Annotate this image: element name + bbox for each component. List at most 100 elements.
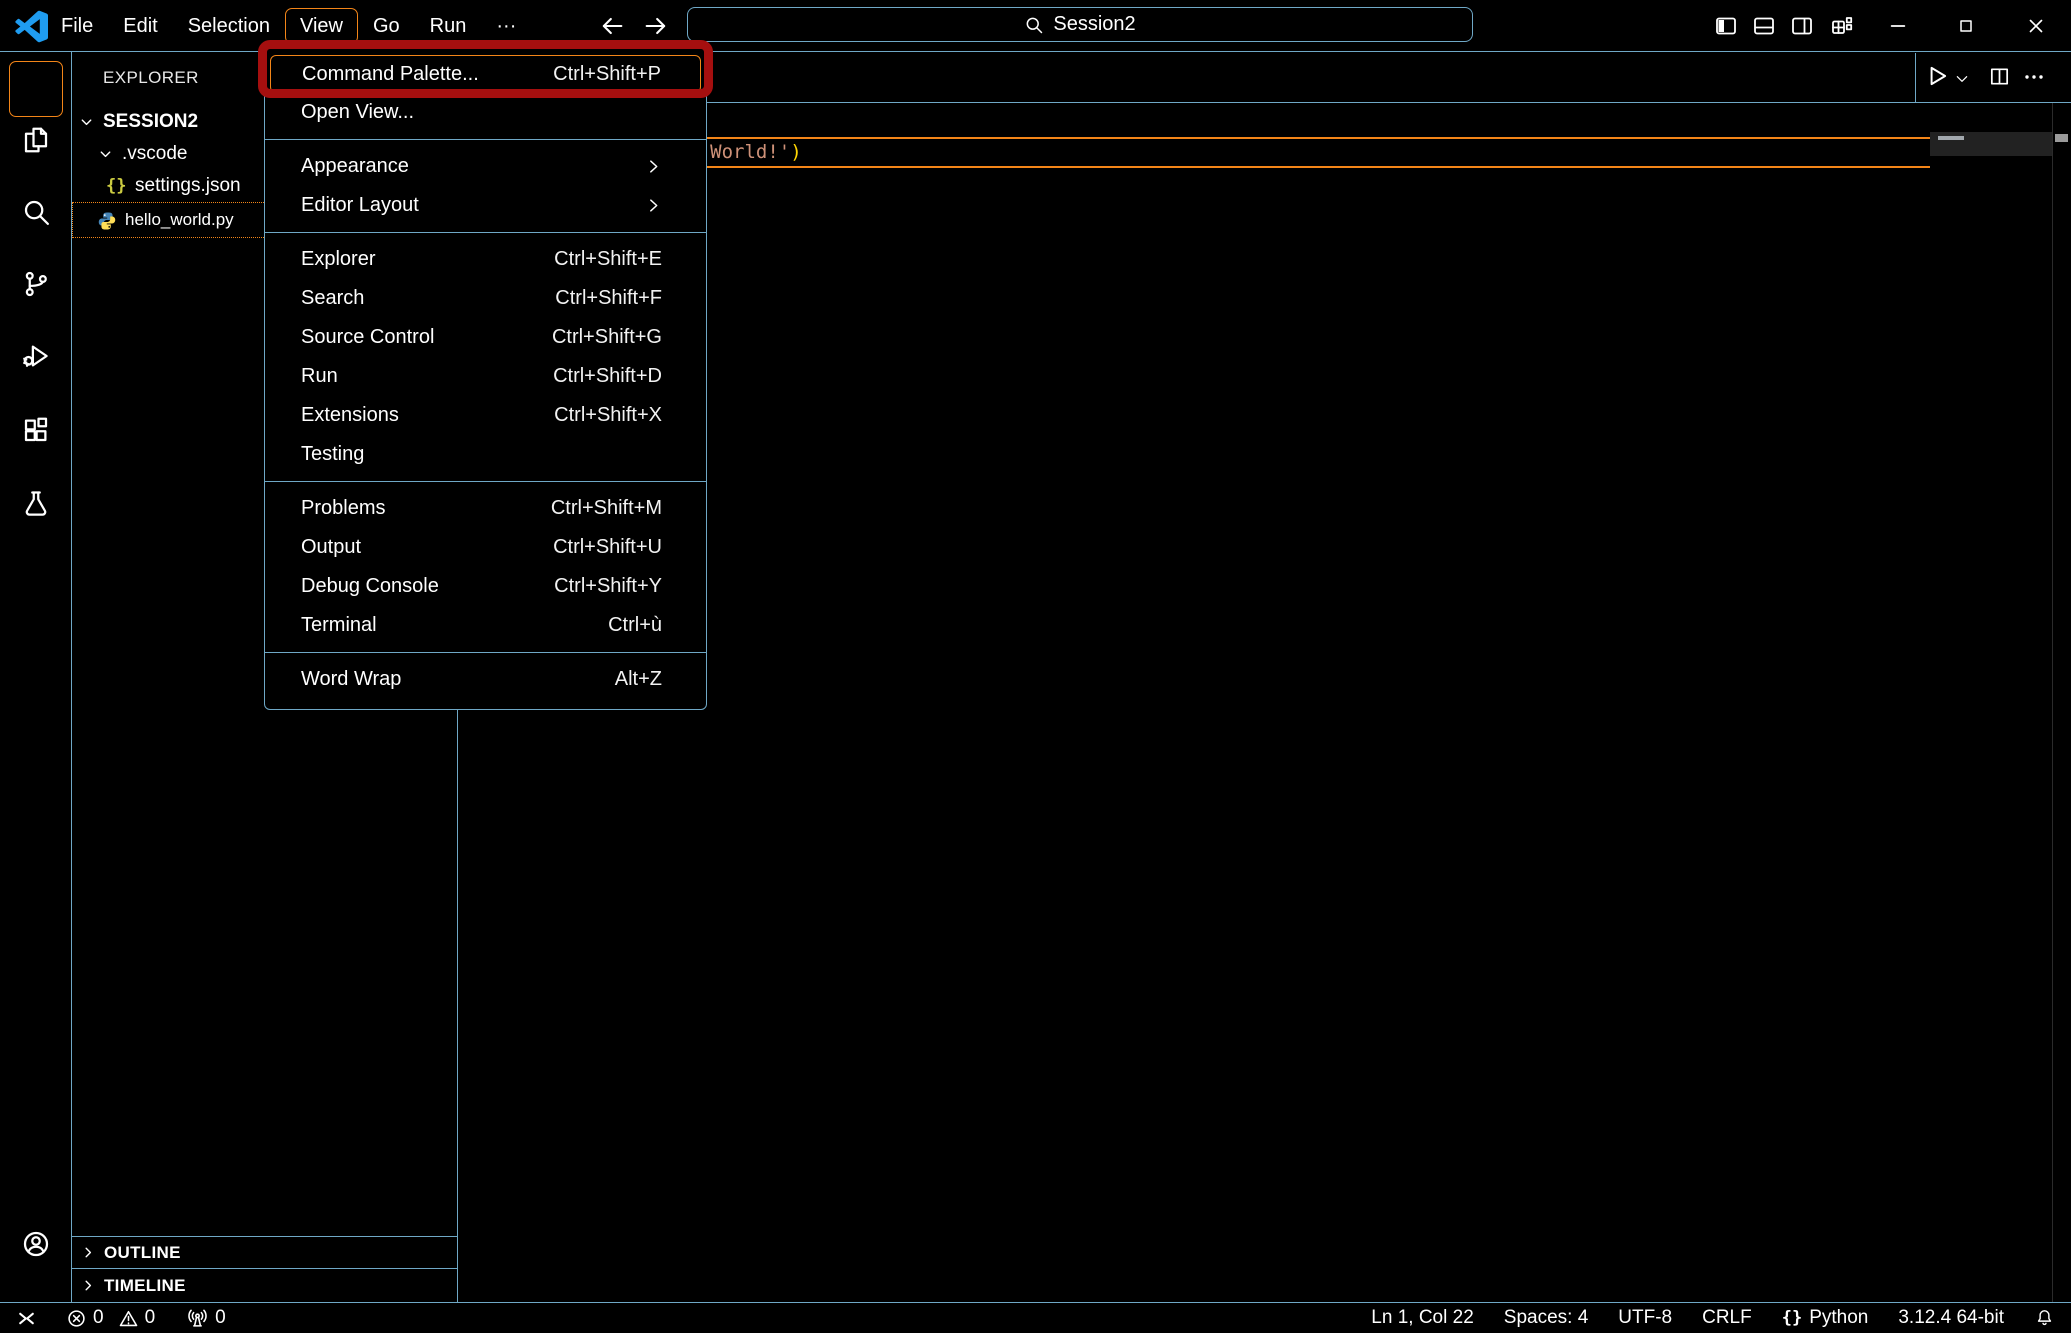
testing-icon[interactable] bbox=[21, 489, 51, 519]
remote-indicator-icon[interactable] bbox=[16, 1309, 37, 1328]
ports-status[interactable]: 0 bbox=[187, 1307, 226, 1329]
submenu-chevron-icon bbox=[645, 158, 662, 175]
editor-more-actions-icon[interactable] bbox=[2022, 65, 2046, 89]
menu-item-explorer[interactable]: Explorer Ctrl+Shift+E bbox=[265, 240, 706, 279]
menu-item-open-view[interactable]: Open View... bbox=[265, 93, 706, 132]
menu-item-shortcut: Ctrl+Shift+D bbox=[553, 365, 662, 388]
menu-item-shortcut: Ctrl+ù bbox=[608, 614, 662, 637]
encoding[interactable]: UTF-8 bbox=[1618, 1307, 1672, 1329]
minimap-content bbox=[1938, 136, 1964, 140]
problems-status[interactable]: 0 0 bbox=[67, 1307, 155, 1329]
extensions-icon[interactable] bbox=[21, 415, 51, 445]
menu-item-label: Run bbox=[301, 365, 338, 388]
folder-label: .vscode bbox=[122, 143, 187, 165]
menu-item-label: Source Control bbox=[301, 326, 434, 349]
menu-item-label: Output bbox=[301, 536, 361, 559]
chevron-right-icon bbox=[81, 1245, 96, 1260]
menu-item-label: Search bbox=[301, 287, 364, 310]
search-view-icon[interactable] bbox=[21, 197, 51, 227]
python-interpreter[interactable]: 3.12.4 64-bit bbox=[1898, 1307, 2004, 1329]
outline-section-header[interactable]: OUTLINE bbox=[72, 1236, 458, 1268]
menu-item-word-wrap[interactable]: Word Wrap Alt+Z bbox=[265, 660, 706, 699]
menu-separator bbox=[265, 232, 706, 233]
search-icon bbox=[1024, 15, 1044, 35]
radio-tower-icon bbox=[187, 1308, 208, 1329]
run-python-file-button[interactable] bbox=[1924, 63, 1950, 89]
timeline-section-header[interactable]: TIMELINE bbox=[72, 1268, 458, 1302]
menu-item-appearance[interactable]: Appearance bbox=[265, 147, 706, 186]
run-options-chevron-icon[interactable] bbox=[1954, 71, 1970, 87]
menubar-item-view[interactable]: View bbox=[285, 8, 358, 44]
explorer-header: EXPLORER bbox=[103, 68, 199, 88]
back-arrow-icon[interactable] bbox=[598, 12, 626, 40]
menu-item-problems[interactable]: Problems Ctrl+Shift+M bbox=[265, 489, 706, 528]
menubar-item-run[interactable]: Run bbox=[415, 8, 482, 44]
cursor-position[interactable]: Ln 1, Col 22 bbox=[1371, 1307, 1473, 1329]
split-editor-icon[interactable] bbox=[1988, 65, 2011, 88]
menu-separator bbox=[265, 139, 706, 140]
menubar-item-edit[interactable]: Edit bbox=[108, 8, 172, 44]
forward-arrow-icon[interactable] bbox=[642, 12, 670, 40]
source-control-icon[interactable] bbox=[21, 269, 51, 299]
chevron-right-icon bbox=[81, 1278, 96, 1293]
menubar-item-more[interactable]: ··· bbox=[481, 8, 531, 44]
menu-item-shortcut: Ctrl+Shift+U bbox=[553, 536, 662, 559]
eol-sequence[interactable]: CRLF bbox=[1702, 1307, 1752, 1329]
root-folder-label: SESSION2 bbox=[103, 111, 198, 133]
indentation[interactable]: Spaces: 4 bbox=[1504, 1307, 1589, 1329]
menu-item-label: Extensions bbox=[301, 404, 399, 427]
status-bar-right: Ln 1, Col 22 Spaces: 4 UTF-8 CRLF {} Pyt… bbox=[1371, 1307, 2055, 1329]
toggle-secondary-sidebar-icon[interactable] bbox=[1790, 14, 1814, 38]
menu-item-run[interactable]: Run Ctrl+Shift+D bbox=[265, 357, 706, 396]
code-bracket: ) bbox=[790, 141, 801, 163]
menu-item-extensions[interactable]: Extensions Ctrl+Shift+X bbox=[265, 396, 706, 435]
minimize-icon bbox=[1887, 15, 1909, 37]
run-icon bbox=[1924, 63, 1950, 89]
activity-bar bbox=[0, 52, 72, 1302]
warnings-icon bbox=[119, 1309, 138, 1328]
scrollbar-thumb[interactable] bbox=[2055, 134, 2068, 142]
menu-separator bbox=[265, 481, 706, 482]
menu-item-label: Appearance bbox=[301, 155, 409, 178]
customize-layout-icon[interactable] bbox=[1830, 14, 1854, 38]
menu-item-shortcut: Alt+Z bbox=[615, 668, 662, 691]
toggle-primary-sidebar-icon[interactable] bbox=[1714, 14, 1738, 38]
active-view-indicator bbox=[9, 61, 63, 117]
account-icon[interactable] bbox=[21, 1229, 51, 1259]
menu-item-debug-console[interactable]: Debug Console Ctrl+Shift+Y bbox=[265, 567, 706, 606]
explorer-icon[interactable] bbox=[21, 125, 51, 155]
close-button[interactable] bbox=[2014, 0, 2058, 52]
section-label: OUTLINE bbox=[104, 1243, 181, 1263]
notifications-bell-icon[interactable] bbox=[2034, 1308, 2055, 1329]
scrollbar-divider bbox=[2052, 103, 2053, 1302]
menubar-item-selection[interactable]: Selection bbox=[173, 8, 285, 44]
maximize-button[interactable] bbox=[1944, 0, 1988, 52]
menu-item-terminal[interactable]: Terminal Ctrl+ù bbox=[265, 606, 706, 645]
close-icon bbox=[2025, 15, 2047, 37]
toggle-panel-icon[interactable] bbox=[1752, 14, 1776, 38]
submenu-chevron-icon bbox=[645, 197, 662, 214]
menu-item-search[interactable]: Search Ctrl+Shift+F bbox=[265, 279, 706, 318]
menu-item-label: Problems bbox=[301, 497, 385, 520]
chevron-down-icon bbox=[79, 115, 94, 130]
menu-item-label: Testing bbox=[301, 443, 364, 466]
minimize-button[interactable] bbox=[1876, 0, 1920, 52]
menubar-item-go[interactable]: Go bbox=[358, 8, 415, 44]
menu-item-source-control[interactable]: Source Control Ctrl+Shift+G bbox=[265, 318, 706, 357]
menubar-item-file[interactable]: File bbox=[46, 8, 108, 44]
toolbar-separator bbox=[1915, 53, 1916, 102]
command-center-search[interactable]: Session2 bbox=[687, 7, 1473, 42]
menu-item-label: Debug Console bbox=[301, 575, 439, 598]
language-braces-icon: {} bbox=[1782, 1308, 1802, 1328]
menu-item-label: Editor Layout bbox=[301, 194, 419, 217]
annotation-highlight-box bbox=[258, 40, 713, 98]
warnings-count: 0 bbox=[145, 1307, 156, 1329]
menu-item-editor-layout[interactable]: Editor Layout bbox=[265, 186, 706, 225]
language-label: Python bbox=[1809, 1307, 1868, 1329]
maximize-icon bbox=[1956, 16, 1976, 36]
menu-item-output[interactable]: Output Ctrl+Shift+U bbox=[265, 528, 706, 567]
language-mode[interactable]: {} Python bbox=[1782, 1307, 1869, 1329]
menu-item-shortcut: Ctrl+Shift+F bbox=[555, 287, 662, 310]
run-debug-icon[interactable] bbox=[21, 341, 51, 371]
menu-item-testing[interactable]: Testing bbox=[265, 435, 706, 474]
